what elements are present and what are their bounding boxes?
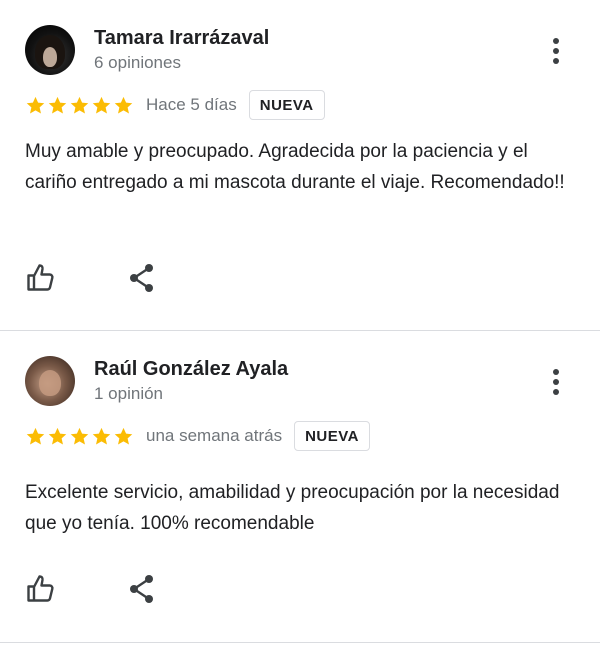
avatar[interactable] <box>25 25 75 75</box>
reviewer-name[interactable]: Raúl González Ayala <box>94 358 288 381</box>
review-date: Hace 5 días <box>146 95 237 114</box>
star-icon <box>91 426 112 447</box>
rating-row: una semana atrás NUEVA <box>25 420 370 452</box>
star-rating <box>25 95 134 116</box>
star-icon <box>47 95 68 116</box>
reviewer-review-count[interactable]: 6 opiniones <box>94 53 181 73</box>
new-badge: NUEVA <box>294 421 370 451</box>
review-date: una semana atrás <box>146 426 283 445</box>
star-icon <box>69 426 90 447</box>
star-icon <box>25 426 46 447</box>
review-text: Muy amable y preocupado. Agradecida por … <box>25 141 565 193</box>
share-icon[interactable] <box>127 573 157 605</box>
avatar-face <box>39 370 61 396</box>
review-actions <box>25 262 157 294</box>
review-card: Raúl González Ayala 1 opinión una semana… <box>0 331 600 643</box>
thumb-up-icon[interactable] <box>25 573 57 605</box>
reviewer-name[interactable]: Tamara Irarrázaval <box>94 27 269 50</box>
rating-row: Hace 5 días NUEVA <box>25 89 325 121</box>
star-icon <box>91 95 112 116</box>
reviewer-review-count[interactable]: 1 opinión <box>94 384 163 404</box>
review-actions <box>25 573 157 605</box>
star-rating <box>25 426 134 447</box>
star-icon <box>113 95 134 116</box>
star-icon <box>113 426 134 447</box>
share-icon[interactable] <box>127 262 157 294</box>
more-vert-icon[interactable] <box>546 36 566 66</box>
review-card: Tamara Irarrázaval 6 opiniones Hace 5 dí… <box>0 0 600 331</box>
star-icon <box>69 95 90 116</box>
star-icon <box>25 95 46 116</box>
review-text: Excelente servicio, amabilidad y preocup… <box>25 482 560 534</box>
more-vert-icon[interactable] <box>546 367 566 397</box>
avatar-face <box>43 47 57 67</box>
avatar[interactable] <box>25 356 75 406</box>
thumb-up-icon[interactable] <box>25 262 57 294</box>
star-icon <box>47 426 68 447</box>
new-badge: NUEVA <box>248 90 325 120</box>
